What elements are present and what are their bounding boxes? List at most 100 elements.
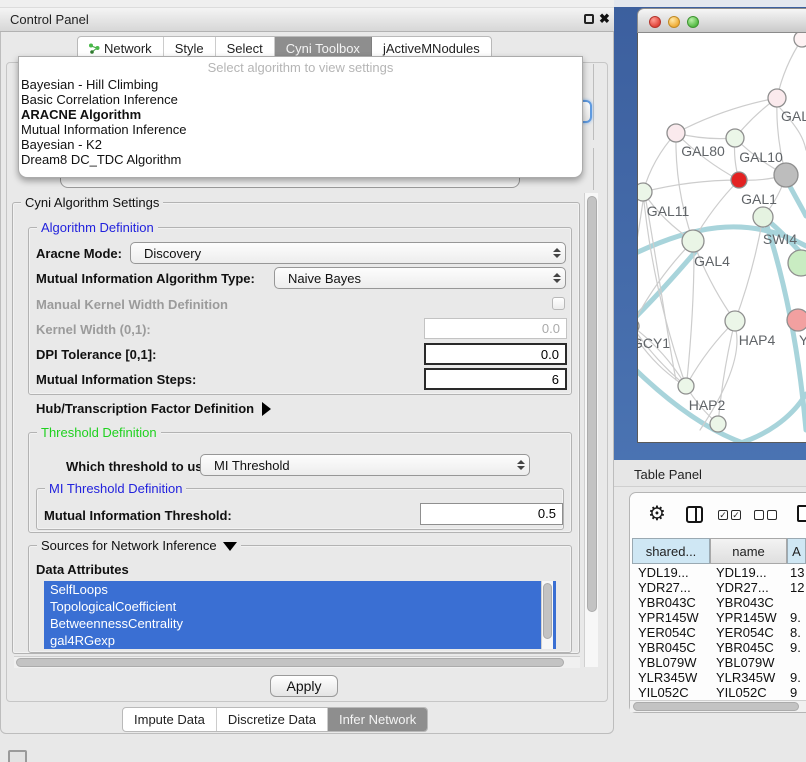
- settings-hscrollbar[interactable]: [14, 656, 580, 668]
- tab-discretize-data[interactable]: Discretize Data: [217, 708, 328, 731]
- which-threshold-select[interactable]: MI Threshold: [200, 454, 530, 476]
- zoom-traffic-light-icon[interactable]: [687, 16, 699, 28]
- table-row[interactable]: YBR045CYBR045C9.: [632, 640, 806, 655]
- network-node-label: GAL10: [739, 149, 783, 165]
- manual-kernel-checkbox[interactable]: [552, 297, 565, 310]
- apply-button[interactable]: Apply: [270, 675, 338, 697]
- data-attribute-item[interactable]: TopologicalCoefficient: [44, 598, 556, 615]
- minimize-traffic-light-icon[interactable]: [668, 16, 680, 28]
- hub-definition-expander[interactable]: Hub/Transcription Factor Definition: [36, 400, 271, 418]
- algorithm-option[interactable]: Mutual Information Inference: [19, 122, 582, 137]
- table-row[interactable]: YBL079WYBL079W: [632, 655, 806, 670]
- network-edge[interactable]: [646, 201, 676, 380]
- network-node-swi4[interactable]: [753, 207, 773, 227]
- sources-title-wrap[interactable]: Sources for Network Inference: [37, 538, 241, 553]
- screen: Control Panel ✖ NetworkStyleSelectCyni T…: [0, 0, 806, 762]
- network-node-label: GAL4: [694, 253, 730, 269]
- float-panel-icon[interactable]: [584, 14, 594, 24]
- network-edge-highlighted[interactable]: [730, 394, 806, 443]
- expand-right-icon: [262, 402, 271, 416]
- algorithm-option[interactable]: Basic Correlation Inference: [19, 92, 582, 107]
- table-cell: YDR27...: [716, 580, 769, 595]
- document-icon[interactable]: [797, 505, 806, 522]
- tab-infer-network[interactable]: Infer Network: [328, 708, 427, 731]
- mi-threshold-label: Mutual Information Threshold:: [44, 508, 232, 523]
- algorithm-option[interactable]: Bayesian - Hill Climbing: [19, 77, 582, 92]
- cyni-bottom-tabs: Impute DataDiscretize DataInfer Network: [122, 707, 428, 732]
- mi-type-select[interactable]: Naive Bayes: [274, 267, 566, 289]
- which-threshold-label: Which threshold to use:: [66, 459, 214, 474]
- dpi-tolerance-input[interactable]: 0.0: [424, 343, 567, 365]
- table-column-header[interactable]: A: [787, 538, 806, 564]
- mi-threshold-group-title: MI Threshold Definition: [45, 481, 186, 496]
- network-node-gal1[interactable]: [731, 172, 747, 188]
- table-row[interactable]: YDR27...YDR27...12: [632, 580, 806, 595]
- network-node-hap2[interactable]: [678, 378, 694, 394]
- table-row[interactable]: YPR145WYPR145W9.: [632, 610, 806, 625]
- hub-definition-label: Hub/Transcription Factor Definition: [36, 401, 254, 416]
- groupbox-fragment: [593, 148, 594, 190]
- network-edge[interactable]: [643, 133, 676, 192]
- network-node-gal80[interactable]: [667, 124, 685, 142]
- network-edge-highlighted[interactable]: [638, 251, 696, 334]
- data-attribute-item[interactable]: SelfLoops: [44, 581, 556, 598]
- network-node[interactable]: [710, 416, 726, 432]
- network-edge[interactable]: [643, 180, 739, 192]
- table-cell: YBR043C: [716, 595, 774, 610]
- mi-steps-label: Mutual Information Steps:: [36, 372, 196, 387]
- unchecked-checkbox-icon[interactable]: [767, 510, 777, 520]
- tab-impute-data[interactable]: Impute Data: [123, 708, 217, 731]
- network-edge[interactable]: [735, 217, 763, 321]
- aracne-mode-select[interactable]: Discovery: [130, 242, 566, 264]
- table-cell: 12: [790, 580, 804, 595]
- table-cell: 9.: [790, 640, 801, 655]
- table-row[interactable]: YLR345WYLR345W9.: [632, 670, 806, 685]
- table-cell: YDL19...: [716, 565, 767, 580]
- unchecked-checkbox-icon[interactable]: [754, 510, 764, 520]
- network-node-gal10[interactable]: [726, 129, 744, 147]
- table-cell: YER054C: [716, 625, 774, 640]
- manual-kernel-label: Manual Kernel Width Definition: [36, 297, 228, 312]
- gear-icon[interactable]: ⚙: [648, 504, 666, 524]
- mi-steps-input[interactable]: 6: [424, 368, 567, 390]
- table-row[interactable]: YDL19...YDL19...13: [632, 565, 806, 580]
- attributes-scrollbar[interactable]: [541, 581, 553, 649]
- table-cell: 9.: [790, 610, 801, 625]
- table-hscrollbar[interactable]: [630, 700, 806, 712]
- algorithm-option[interactable]: Bayesian - K2: [19, 137, 582, 152]
- network-view[interactable]: GALGAL80GAL10GAL1GAL11SWI4GAL4GCY1HAP4YH…: [637, 33, 806, 443]
- network-node-y[interactable]: [787, 309, 806, 331]
- table-row[interactable]: YER054CYER054C8.: [632, 625, 806, 640]
- checked-checkbox-icon[interactable]: ✓: [718, 510, 728, 520]
- network-edge[interactable]: [676, 98, 777, 133]
- network-node[interactable]: [794, 33, 806, 47]
- table-cell: YBL079W: [716, 655, 775, 670]
- network-node[interactable]: [774, 163, 798, 187]
- mi-threshold-input[interactable]: 0.5: [420, 503, 563, 525]
- network-edge[interactable]: [687, 252, 694, 380]
- network-node-gal[interactable]: [768, 89, 786, 107]
- network-node[interactable]: [788, 250, 806, 276]
- algorithm-list: Bayesian - Hill ClimbingBasic Correlatio…: [19, 77, 582, 167]
- table-row[interactable]: YIL052CYIL052C9: [632, 685, 806, 700]
- table-row[interactable]: YBR043CYBR043C: [632, 595, 806, 610]
- network-node-gal4[interactable]: [682, 230, 704, 252]
- algorithm-option[interactable]: Dream8 DC_TDC Algorithm: [19, 152, 582, 167]
- data-attribute-item[interactable]: BetweennessCentrality: [44, 615, 556, 632]
- aracne-mode-value: Discovery: [131, 246, 549, 261]
- network-window-titlebar[interactable]: [637, 8, 806, 33]
- network-node-label: HAP4: [739, 332, 776, 348]
- table-column-header[interactable]: shared...: [632, 538, 710, 564]
- settings-vscrollbar[interactable]: [584, 193, 598, 667]
- close-icon[interactable]: ✖: [599, 11, 610, 27]
- table-column-header[interactable]: name: [710, 538, 787, 564]
- network-node-gal11[interactable]: [638, 183, 652, 201]
- data-attribute-item[interactable]: gal4RGexp: [44, 632, 556, 649]
- close-traffic-light-icon[interactable]: [649, 16, 661, 28]
- kernel-width-input[interactable]: 0.0: [424, 318, 567, 339]
- algorithm-option[interactable]: ARACNE Algorithm: [19, 107, 582, 122]
- checked-checkbox-icon[interactable]: ✓: [731, 510, 741, 520]
- column-layout-icon[interactable]: [686, 506, 703, 523]
- floating-panel-icon[interactable]: [8, 750, 27, 762]
- network-node-hap4[interactable]: [725, 311, 745, 331]
